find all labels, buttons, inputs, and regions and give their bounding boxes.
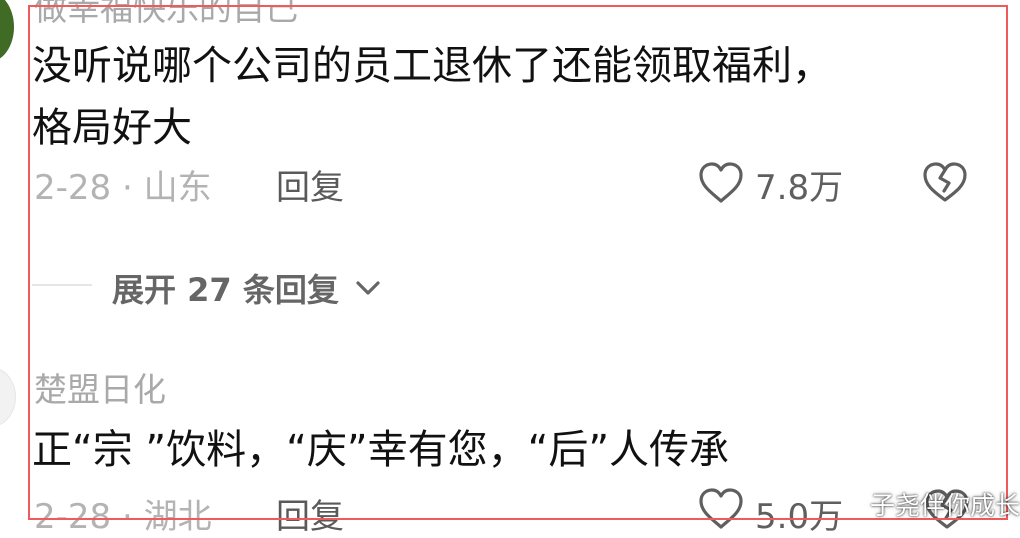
- comment-date-location: 2-28 · 湖北: [34, 497, 212, 537]
- heart-outline-icon[interactable]: [697, 487, 745, 531]
- broken-heart-icon[interactable]: [922, 487, 972, 531]
- heart-outline-icon[interactable]: [697, 161, 745, 205]
- replies-divider: [32, 284, 92, 286]
- avatar[interactable]: [0, 0, 14, 62]
- comment-text-line: 格局好大: [32, 105, 192, 151]
- like-count: 7.8万: [755, 168, 844, 208]
- reply-button[interactable]: 回复: [276, 489, 344, 538]
- comment-text: 正“宗 ”饮料，“庆”幸有您，“后”人传承: [32, 427, 730, 473]
- comment-text-line: 没听说哪个公司的员工退休了还能领取福利，: [32, 43, 832, 89]
- expand-replies-label: 展开 27 条回复: [112, 271, 339, 309]
- comment-text: 没听说哪个公司的员工退休了还能领取福利， 格局好大: [32, 35, 832, 159]
- comment-username[interactable]: 楚盟日化: [34, 363, 166, 411]
- broken-heart-icon[interactable]: [920, 160, 970, 204]
- chevron-down-icon: [356, 281, 380, 295]
- like-count: 5.0万: [755, 497, 844, 537]
- comment-date-location: 2-28 · 山东: [34, 168, 212, 208]
- expand-replies-button[interactable]: 展开 27 条回复: [112, 265, 382, 311]
- reply-button[interactable]: 回复: [276, 160, 344, 209]
- comment-username[interactable]: 做幸福快乐的自己: [34, 0, 298, 30]
- avatar[interactable]: [0, 367, 16, 427]
